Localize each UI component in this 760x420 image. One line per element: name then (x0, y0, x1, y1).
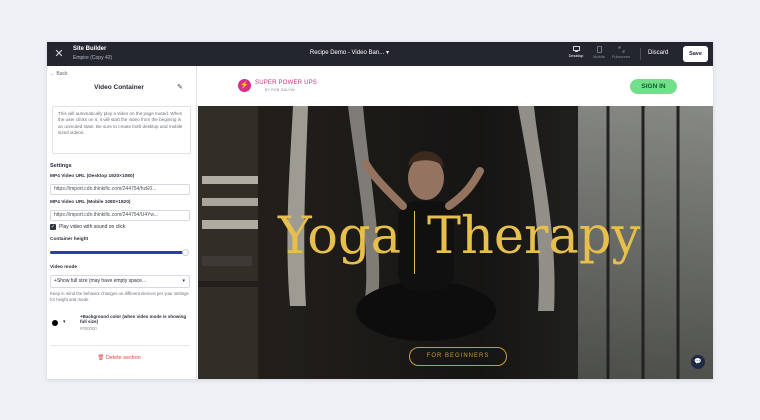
video-mode-select[interactable]: +Show full size (may have empty space...… (50, 275, 190, 288)
background-color-swatch[interactable] (52, 320, 58, 326)
site-preview: ⚡ SUPER POWER UPS BY ROB GALVIN SIGN IN (198, 66, 713, 379)
top-bar: ✕ Site Builder Empire (Copy 42) Recipe D… (47, 42, 713, 66)
hero-title-right: Therapy (427, 207, 641, 266)
container-height-slider[interactable] (50, 251, 188, 254)
hero-divider (414, 211, 415, 274)
chat-icon[interactable]: 💬 (691, 355, 705, 369)
hero-title: Yoga Therapy (278, 211, 640, 262)
background-color-hex: #000000 (80, 326, 97, 331)
divider (50, 345, 190, 346)
sign-in-button[interactable]: SIGN IN (630, 79, 677, 94)
info-box: This will automatically play a video on … (52, 106, 191, 154)
settings-panel: ← Back Video Container ✎ This will autom… (47, 66, 197, 379)
pencil-icon[interactable]: ✎ (177, 83, 183, 91)
chevron-down-icon[interactable]: ▾ (386, 49, 389, 56)
desktop-url-input[interactable]: https://import.cdn.thinkific.com/244754/… (50, 184, 190, 195)
divider (640, 48, 641, 60)
for-beginners-button[interactable]: FOR BEGINNERS (409, 347, 507, 366)
view-desktop-button[interactable]: Desktop (564, 46, 588, 58)
container-height-label: Container height (50, 237, 89, 242)
close-icon[interactable]: ✕ (53, 48, 65, 60)
desktop-icon (572, 46, 580, 52)
settings-heading: Settings (50, 163, 72, 169)
video-mode-hint: Keep in mind the behavior changes on dif… (50, 291, 189, 303)
mobile-url-input[interactable]: https://import.cdn.thinkific.com/244754/… (50, 210, 190, 221)
site-name: Empire (Copy 42) (73, 55, 113, 61)
slider-handle[interactable] (182, 249, 189, 256)
view-mobile-label: Mobile (593, 54, 605, 59)
fullscreen-icon (618, 46, 624, 53)
view-fullscreen-button[interactable]: Fullscreen (609, 46, 633, 59)
mobile-url-label: MP4 Video URL (Mobile 1080×1920) (50, 200, 131, 205)
chevron-down-icon: ▾ (182, 278, 185, 284)
desktop-url-label: MP4 Video URL (Desktop 1920×1080) (50, 174, 135, 179)
mobile-icon (596, 46, 602, 53)
video-banner[interactable]: Yoga Therapy FOR BEGINNERS 💬 (198, 106, 713, 379)
logo-subtitle: BY ROB GALVIN (265, 88, 295, 92)
view-mobile-button[interactable]: Mobile (587, 46, 611, 59)
logo-text[interactable]: SUPER POWER UPS (255, 80, 317, 86)
hero-title-left: Yoga (278, 207, 401, 266)
panel-title: Video Container (94, 84, 144, 91)
video-mode-label: Video mode (50, 265, 78, 270)
trash-icon: 🗑 (97, 355, 105, 361)
video-mode-value: +Show full size (may have empty space... (54, 278, 147, 284)
site-header: ⚡ SUPER POWER UPS BY ROB GALVIN SIGN IN (198, 66, 713, 106)
sound-checkbox-label: Play video with sound on click (59, 224, 126, 230)
view-fullscreen-label: Fullscreen (611, 54, 631, 59)
page-select[interactable]: Recipe Demo - Video Ban... (277, 50, 417, 56)
sound-checkbox[interactable]: ✓ (50, 224, 56, 230)
discard-button[interactable]: Discard (648, 50, 668, 56)
delete-section-label: Delete section (105, 355, 141, 361)
background-color-label: +Background color (when video mode is sh… (80, 314, 187, 325)
delete-section-button[interactable]: 🗑 Delete section (47, 355, 191, 361)
save-button[interactable]: Save (683, 46, 708, 62)
back-label: Back (56, 71, 68, 77)
view-desktop-label: Desktop (568, 53, 584, 58)
logo-icon[interactable]: ⚡ (238, 79, 251, 92)
chevron-down-icon[interactable]: ▾ (63, 319, 66, 325)
back-link[interactable]: ← Back (50, 71, 68, 77)
app-title: Site Builder (73, 46, 107, 52)
app-window: ✕ Site Builder Empire (Copy 42) Recipe D… (47, 42, 713, 379)
